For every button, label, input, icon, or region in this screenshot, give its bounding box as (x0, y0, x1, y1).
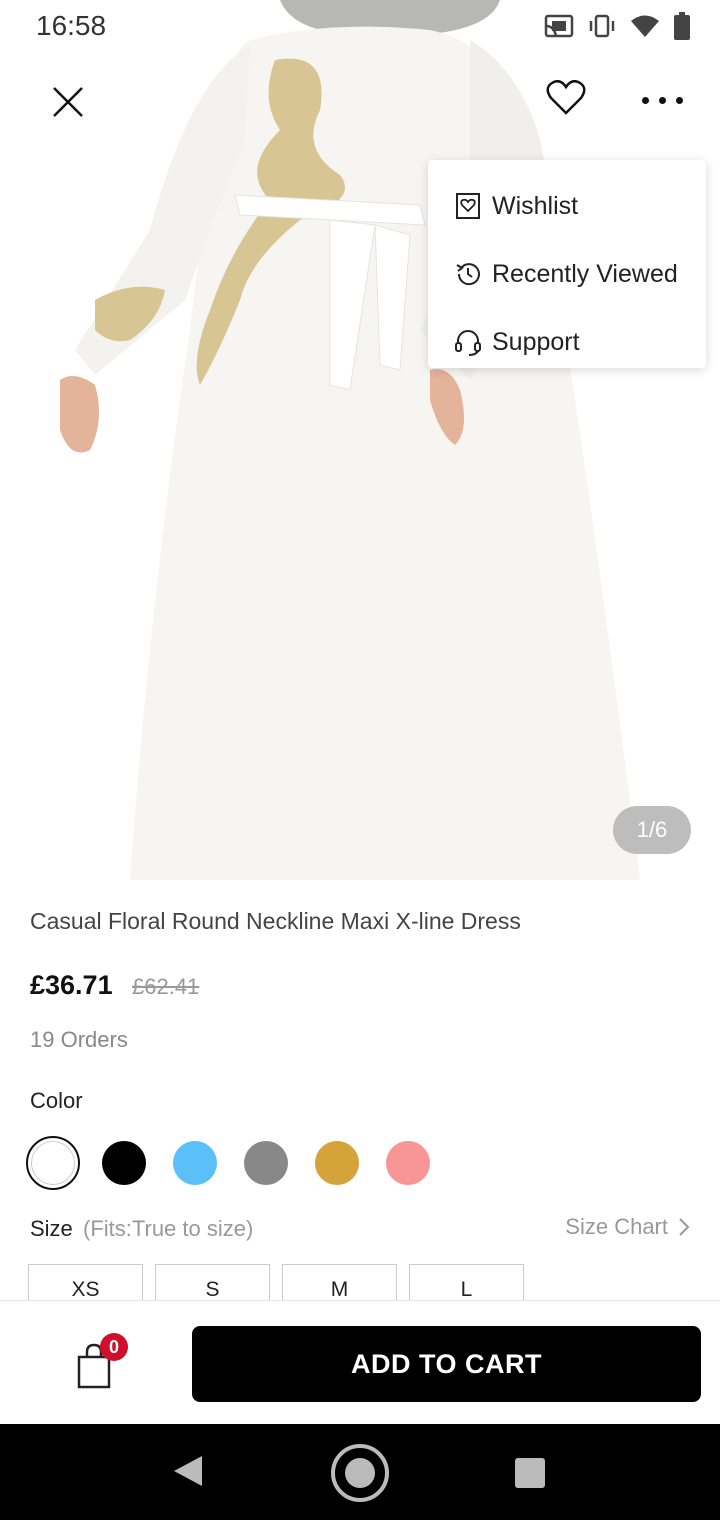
color-swatches (26, 1136, 452, 1190)
gallery-pager: 1/6 (613, 806, 691, 854)
size-fit-note: (Fits:True to size) (83, 1216, 254, 1241)
size-option-m[interactable]: M (282, 1264, 397, 1304)
color-swatch-gold[interactable] (310, 1136, 364, 1190)
cart-count-badge: 0 (100, 1333, 128, 1361)
more-dot (658, 96, 666, 104)
home-button[interactable] (331, 1444, 389, 1502)
product-image[interactable] (0, 0, 720, 885)
vibrate-icon (589, 14, 615, 38)
color-swatch-pink[interactable] (381, 1136, 435, 1190)
menu-item-label: Recently Viewed (492, 259, 678, 288)
menu-item-recently-viewed[interactable]: Recently Viewed (428, 240, 706, 308)
size-option-s[interactable]: S (155, 1264, 270, 1304)
dress-illustration (60, 0, 640, 880)
status-bar: 16:58 (0, 0, 720, 56)
close-icon (53, 87, 83, 117)
swatch-dot (244, 1141, 288, 1185)
menu-item-support[interactable]: Support (428, 308, 706, 376)
product-price: £36.71 (30, 970, 113, 1000)
chevron-right-icon (679, 1218, 690, 1236)
more-menu: Wishlist Recently Viewed Support (428, 160, 706, 368)
original-price: £62.41 (132, 974, 200, 999)
swatch-dot (31, 1141, 75, 1185)
size-option-l[interactable]: L (409, 1264, 524, 1304)
wifi-icon (631, 15, 659, 37)
size-chart-label: Size Chart (565, 1214, 668, 1239)
system-nav-bar (0, 1424, 720, 1520)
size-chart-link[interactable]: Size Chart (565, 1214, 690, 1240)
color-swatch-black[interactable] (97, 1136, 151, 1190)
swatch-dot (315, 1141, 359, 1185)
battery-icon (674, 12, 690, 40)
history-icon (454, 260, 482, 288)
headset-icon (454, 328, 482, 356)
heart-icon (546, 80, 586, 115)
cast-icon (544, 14, 574, 38)
size-option-xs[interactable]: XS (28, 1264, 143, 1304)
menu-item-label: Wishlist (492, 191, 579, 220)
orders-count: 19 Orders (30, 1027, 128, 1052)
color-label: Color (30, 1088, 83, 1113)
recent-apps-button[interactable] (515, 1458, 545, 1488)
status-icons (544, 12, 690, 40)
close-button[interactable] (44, 78, 92, 126)
size-label: Size (30, 1216, 73, 1241)
more-button[interactable] (632, 80, 692, 120)
bottom-action-bar: 0 ADD TO CART (0, 1300, 720, 1424)
menu-item-wishlist[interactable]: Wishlist (428, 172, 706, 240)
size-options: XS S M L (28, 1264, 536, 1304)
swatch-dot (386, 1141, 430, 1185)
wishlist-button[interactable] (542, 74, 590, 122)
color-swatch-white[interactable] (26, 1136, 80, 1190)
more-dot (641, 96, 649, 104)
more-dot (675, 96, 683, 104)
product-title: Casual Floral Round Neckline Maxi X-line… (30, 908, 521, 934)
menu-item-label: Support (492, 327, 580, 356)
home-icon (345, 1458, 375, 1488)
back-icon[interactable] (172, 1454, 204, 1488)
wishlist-heart-icon (454, 192, 482, 220)
color-swatch-blue[interactable] (168, 1136, 222, 1190)
swatch-dot (102, 1141, 146, 1185)
add-to-cart-button[interactable]: ADD TO CART (192, 1326, 701, 1402)
swatch-dot (173, 1141, 217, 1185)
status-time: 16:58 (36, 10, 107, 41)
color-swatch-gray[interactable] (239, 1136, 293, 1190)
